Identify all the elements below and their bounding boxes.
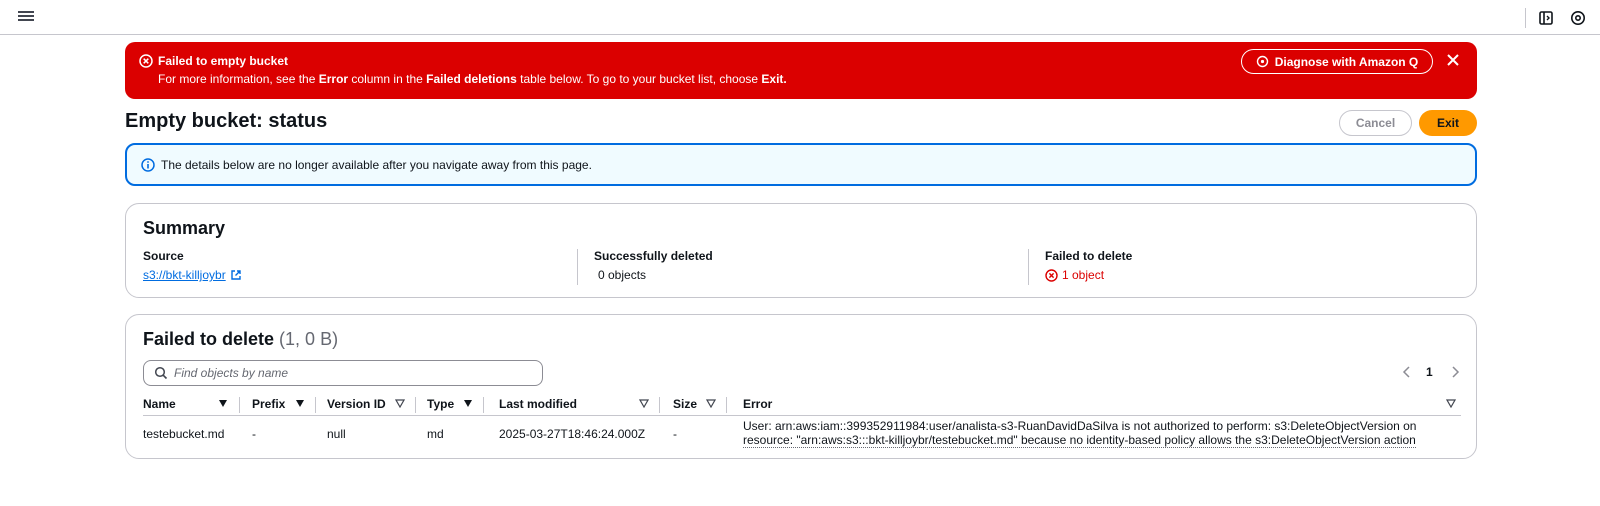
column-divider — [239, 397, 240, 413]
exit-button[interactable]: Exit — [1419, 110, 1477, 136]
close-icon[interactable] — [1445, 52, 1461, 68]
summary-card: Summary Source s3://bkt-killjoybr Succes… — [125, 203, 1477, 298]
column-header-name[interactable]: Name — [143, 397, 176, 411]
diagnose-button[interactable]: Diagnose with Amazon Q — [1241, 49, 1433, 74]
cell-type: md — [427, 427, 444, 441]
source-column: Source s3://bkt-killjoybr — [143, 249, 242, 282]
info-text: The details below are no longer availabl… — [161, 158, 592, 172]
sort-down-icon[interactable] — [295, 399, 305, 408]
settings-icon[interactable] — [1569, 9, 1587, 27]
sort-down-icon[interactable] — [218, 399, 228, 408]
cell-version-id: null — [327, 427, 346, 441]
amazon-q-icon — [1256, 55, 1268, 68]
failed-column: Failed to delete 1 object — [1045, 249, 1132, 282]
external-link-icon[interactable] — [230, 269, 242, 281]
diagnose-label: Diagnose with Amazon Q — [1274, 54, 1419, 69]
page-title: Empty bucket: status — [125, 110, 328, 132]
column-divider — [726, 397, 727, 413]
alert-message: For more information, see the Error colu… — [158, 72, 787, 86]
column-divider — [483, 397, 484, 413]
sort-unsorted-icon[interactable] — [1446, 399, 1456, 408]
error-icon — [139, 54, 153, 68]
chevron-left-icon[interactable] — [1401, 365, 1413, 379]
search-field[interactable] — [143, 360, 543, 386]
column-header-size[interactable]: Size — [673, 397, 697, 411]
success-column: Successfully deleted 0 objects — [594, 249, 713, 282]
failed-label: Failed to delete — [1045, 249, 1133, 263]
source-link[interactable]: s3://bkt-killjoybr — [143, 268, 226, 282]
column-header-version-id[interactable]: Version ID — [327, 397, 386, 411]
chevron-right-icon[interactable] — [1449, 365, 1461, 379]
cell-prefix: - — [252, 427, 256, 441]
summary-title: Summary — [143, 218, 226, 238]
sort-unsorted-icon[interactable] — [639, 399, 649, 408]
search-input[interactable] — [174, 364, 534, 382]
error-line-2: resource: "arn:aws:s3:::bkt-killjoybr/te… — [743, 433, 1416, 447]
source-label: Source — [143, 249, 184, 263]
panel-icon[interactable] — [1537, 9, 1555, 27]
column-header-prefix[interactable]: Prefix — [252, 397, 285, 411]
info-alert: The details below are no longer availabl… — [125, 143, 1477, 186]
failed-count: (1, 0 B) — [279, 329, 339, 349]
column-header-last-modified[interactable]: Last modified — [499, 397, 577, 411]
success-label: Successfully deleted — [594, 249, 713, 263]
table-header: Name Prefix Version ID Type Last modifie… — [143, 394, 1461, 416]
search-icon — [154, 366, 168, 380]
page-number[interactable]: 1 — [1426, 365, 1433, 379]
failed-deletions-card: Failed to delete (1, 0 B) 1 Name Prefix … — [125, 314, 1477, 459]
top-navigation-bar — [0, 0, 1600, 35]
failed-value: 1 object — [1062, 268, 1105, 282]
column-divider — [415, 397, 416, 413]
column-header-error[interactable]: Error — [743, 397, 772, 411]
table-row: testebucket.md - null md 2025-03-27T18:4… — [143, 417, 1461, 449]
info-icon — [141, 158, 155, 172]
hamburger-icon[interactable] — [18, 9, 34, 25]
cell-error[interactable]: User: arn:aws:iam::399352911984:user/ana… — [743, 419, 1417, 448]
column-header-type[interactable]: Type — [427, 397, 454, 411]
failed-table-title: Failed to delete (1, 0 B) — [143, 329, 339, 349]
topbar-divider — [1525, 8, 1526, 28]
error-icon — [1045, 268, 1058, 282]
success-value: 0 objects — [598, 268, 647, 282]
cell-last-modified: 2025-03-27T18:46:24.000Z — [499, 427, 646, 441]
error-alert: Failed to empty bucket For more informat… — [125, 42, 1477, 99]
sort-unsorted-icon[interactable] — [706, 399, 716, 408]
error-line-1: User: arn:aws:iam::399352911984:user/ana… — [743, 419, 1417, 433]
column-divider — [1028, 249, 1029, 285]
sort-unsorted-icon[interactable] — [395, 399, 405, 408]
cell-size: - — [673, 427, 677, 441]
column-divider — [659, 397, 660, 413]
cancel-button[interactable]: Cancel — [1339, 110, 1412, 136]
cell-name: testebucket.md — [143, 427, 225, 441]
column-divider — [315, 397, 316, 413]
alert-title: Failed to empty bucket — [158, 54, 289, 68]
sort-down-icon[interactable] — [463, 399, 473, 408]
column-divider — [577, 249, 578, 285]
